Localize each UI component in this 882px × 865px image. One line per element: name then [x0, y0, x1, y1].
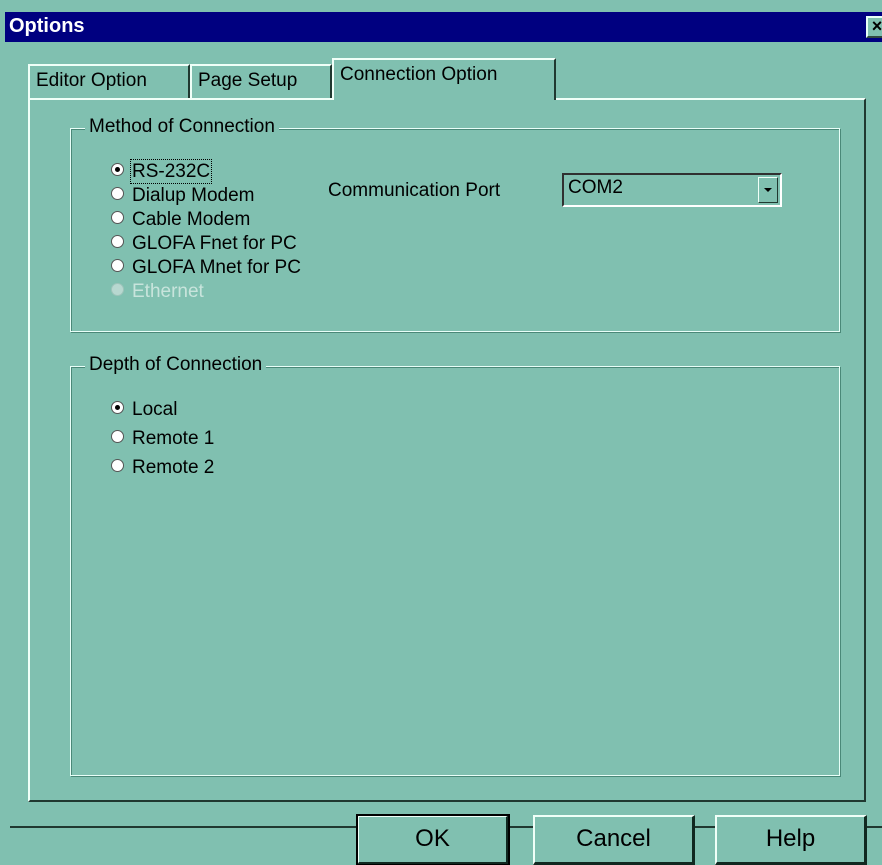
communication-port-select[interactable]: COM2	[562, 173, 782, 207]
group-legend: Method of Connection	[85, 116, 279, 138]
title-bar[interactable]: Options ×	[5, 12, 882, 42]
radio-dialup-modem[interactable]: Dialup Modem	[111, 185, 255, 207]
radio-remote-1[interactable]: Remote 1	[111, 428, 214, 450]
radio-label: RS-232C	[129, 159, 213, 184]
radio-label: GLOFA Fnet for PC	[132, 233, 297, 254]
radio-button[interactable]	[111, 430, 124, 444]
close-icon[interactable]: ×	[866, 16, 882, 38]
options-dialog: Options × Editor Option Page Setup Conne…	[0, 0, 882, 865]
chevron-down-icon[interactable]	[758, 177, 778, 203]
group-legend: Depth of Connection	[85, 354, 267, 376]
radio-button[interactable]	[111, 163, 124, 177]
communication-port-label: Communication Port	[328, 180, 501, 201]
tab-connection-option[interactable]: Connection Option	[332, 58, 556, 100]
radio-cable-modem[interactable]: Cable Modem	[111, 209, 250, 231]
radio-ethernet: Ethernet	[111, 281, 204, 303]
radio-label: Remote 1	[132, 428, 215, 449]
ok-button[interactable]: OK	[356, 814, 510, 865]
cancel-button[interactable]: Cancel	[533, 815, 695, 865]
help-button[interactable]: Help	[715, 815, 867, 865]
radio-button[interactable]	[111, 401, 124, 415]
radio-label: Cable Modem	[132, 209, 251, 230]
tab-editor-option[interactable]: Editor Option	[28, 64, 190, 98]
tab-label: Editor Option	[36, 70, 147, 91]
radio-button[interactable]	[111, 211, 124, 225]
tab-label: Connection Option	[340, 64, 498, 85]
radio-remote-2[interactable]: Remote 2	[111, 457, 214, 479]
radio-glofa-fnet[interactable]: GLOFA Fnet for PC	[111, 233, 297, 255]
radio-button[interactable]	[111, 259, 124, 273]
combo-value: COM2	[568, 177, 623, 198]
depth-of-connection-group: Depth of Connection Local Remote 1 Remot…	[70, 354, 840, 776]
radio-label: Local	[132, 399, 178, 420]
window-title: Options	[9, 15, 85, 37]
radio-label: Ethernet	[132, 281, 204, 302]
radio-button[interactable]	[111, 187, 124, 201]
radio-button	[111, 283, 124, 297]
tab-page-setup[interactable]: Page Setup	[190, 64, 332, 98]
radio-button[interactable]	[111, 235, 124, 249]
radio-label: Remote 2	[132, 457, 215, 478]
tab-label: Page Setup	[198, 70, 298, 91]
radio-button[interactable]	[111, 459, 124, 473]
radio-rs232c[interactable]: RS-232C	[111, 159, 213, 184]
radio-glofa-mnet[interactable]: GLOFA Mnet for PC	[111, 257, 301, 279]
radio-label: GLOFA Mnet for PC	[132, 257, 301, 278]
radio-local[interactable]: Local	[111, 399, 177, 421]
radio-label: Dialup Modem	[132, 185, 255, 206]
method-of-connection-group: Method of Connection RS-232C Dialup Mode…	[70, 116, 840, 332]
